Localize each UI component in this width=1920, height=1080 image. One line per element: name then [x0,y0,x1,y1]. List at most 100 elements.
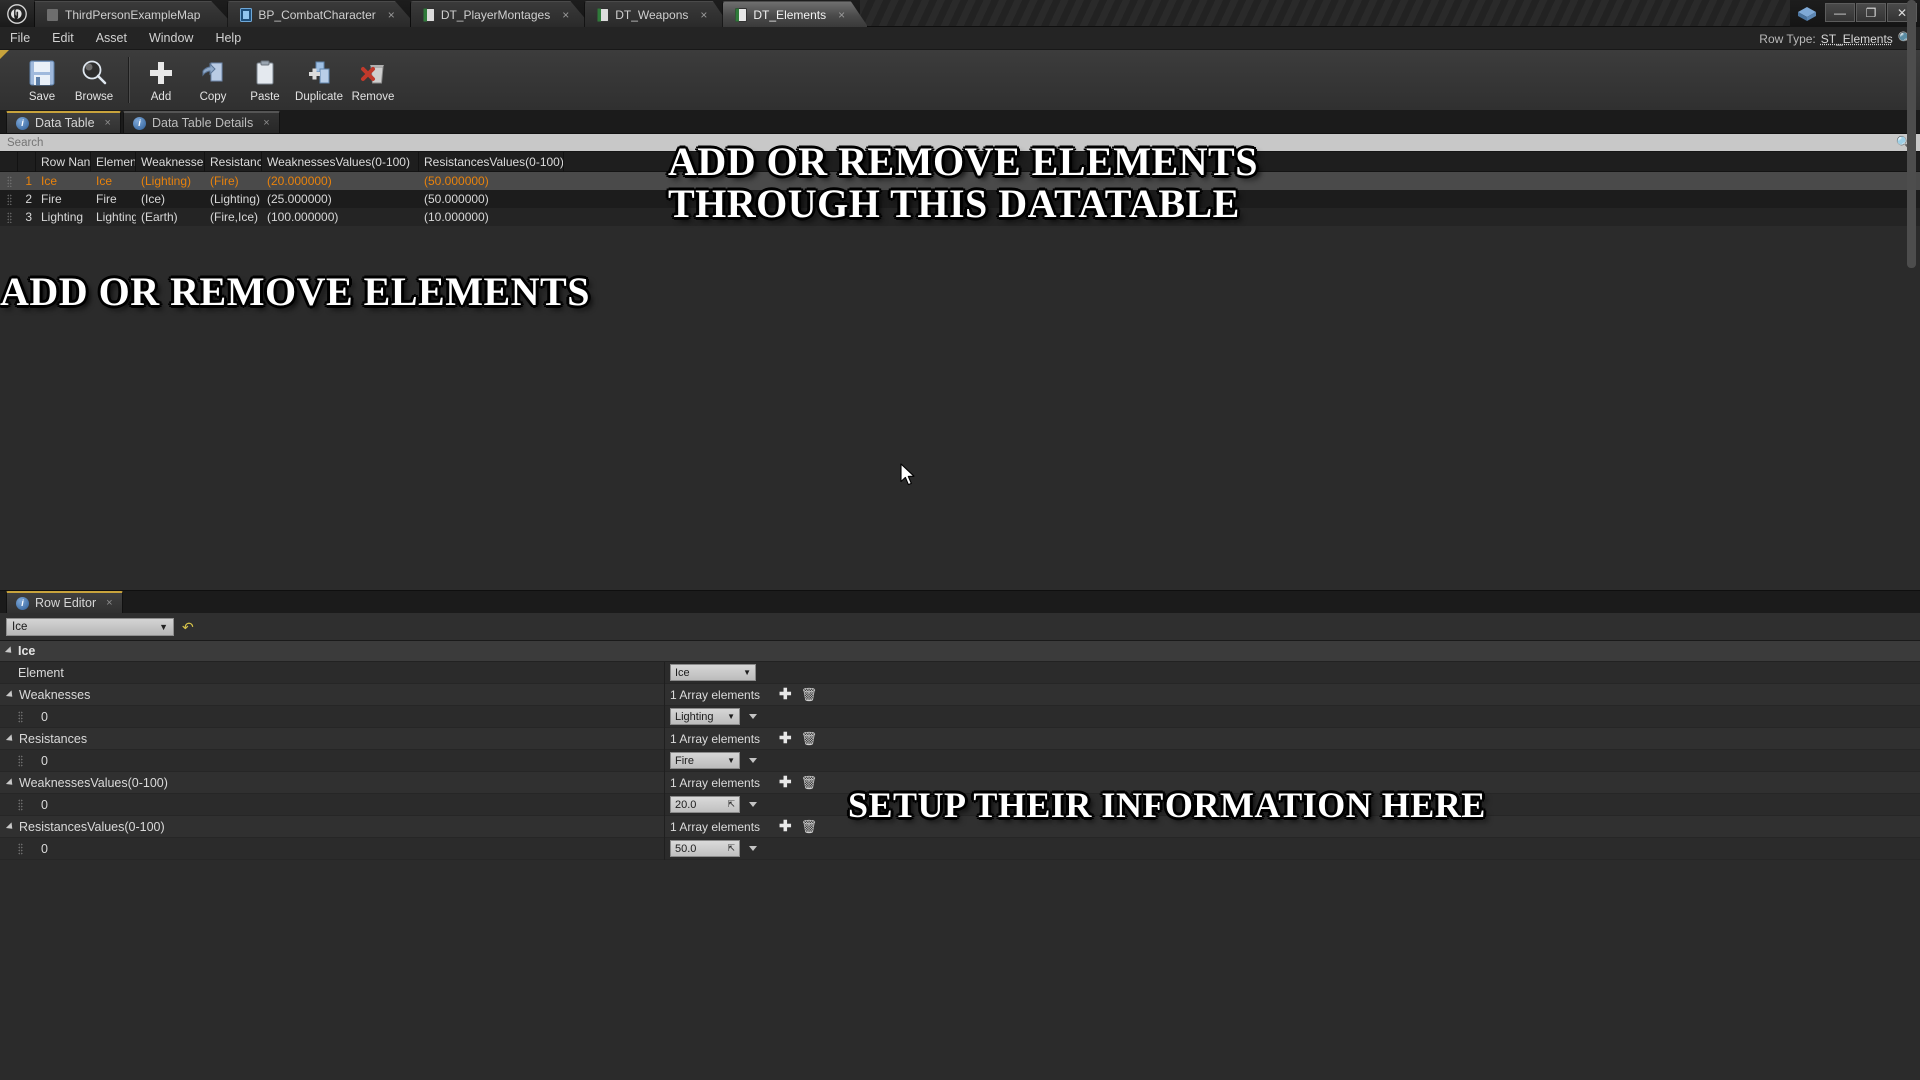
add-array-element-icon[interactable]: ✚ [779,687,792,702]
column-header-row-name[interactable]: Row Nan [36,152,91,172]
clear-array-icon[interactable]: 🗑 [801,776,818,789]
array-item-drag-handle[interactable] [18,754,23,767]
panel-tab-row-editor[interactable]: i Row Editor × [6,591,123,613]
element-dropdown[interactable]: Ice ▼ [670,664,756,681]
column-header-element[interactable]: Element [91,152,136,172]
window-tab-close-icon[interactable]: × [700,9,707,21]
window-controls: — ❐ ✕ [1790,0,1920,27]
add-array-element-icon[interactable]: ✚ [779,775,792,790]
data-table-empty-area[interactable] [0,226,1920,590]
row-editor-tab-strip: i Row Editor × [0,590,1920,613]
chevron-down-icon[interactable] [5,733,16,744]
chevron-down-icon [4,646,15,656]
row-drag-handle[interactable] [0,172,18,190]
resistance-dropdown[interactable]: Fire ▼ [670,752,740,769]
property-label-text: WeaknessesValues(0-100) [19,775,168,790]
chevron-down-icon[interactable] [5,777,16,788]
panel-tab-data-table-details[interactable]: i Data Table Details × [122,111,280,133]
array-item-menu-icon[interactable] [749,846,757,851]
weakness-dropdown-value: Lighting [675,710,714,723]
row-resistances: (Fire,Ice) [210,210,258,224]
save-button[interactable]: Save [16,50,68,110]
window-tab-thirdpersonexamplemap[interactable]: ThirdPersonExampleMap [34,1,236,27]
array-item-menu-icon[interactable] [749,714,757,719]
paste-button[interactable]: Paste [239,50,291,110]
row-index: 1 [25,174,32,188]
row-type-value[interactable]: ST_Elements [1821,32,1893,46]
property-label: 0 [0,705,665,728]
property-group-header[interactable]: Ice [0,641,1920,662]
datatable-icon [422,7,435,22]
menu-item-edit[interactable]: Edit [41,27,85,50]
window-tab-close-icon[interactable]: × [838,9,845,21]
window-tab-close-icon[interactable]: × [562,9,569,21]
property-value: 1 Array elements ✚ 🗑 [665,731,817,746]
remove-button[interactable]: Remove [347,50,399,110]
table-row[interactable]: 1 Ice Ice (Lighting) (Fire) (20.000000) … [0,172,1920,190]
add-button[interactable]: Add [135,50,187,110]
property-value: Ice ▼ [665,664,756,681]
window-tab-dt-weapons[interactable]: DT_Weapons × [584,1,731,27]
menu-item-asset[interactable]: Asset [85,27,138,50]
clear-array-icon[interactable]: 🗑 [801,820,818,833]
property-label: ResistancesValues(0-100) [0,815,665,838]
row-selector-dropdown[interactable]: Ice ▼ [6,617,174,636]
panel-tab-close-icon[interactable]: × [263,117,269,129]
column-header-resistances[interactable]: Resistances [205,152,262,172]
copy-button[interactable]: Copy [187,50,239,110]
menu-item-window[interactable]: Window [138,27,204,50]
array-item-drag-handle[interactable] [18,842,23,855]
chevron-down-icon[interactable] [5,689,16,700]
search-input[interactable] [0,136,1896,149]
row-resistances-values: (10.000000) [424,210,489,224]
map-icon [47,8,58,21]
add-array-element-icon[interactable]: ✚ [779,731,792,746]
array-item-drag-handle[interactable] [18,710,23,723]
add-array-element-icon[interactable]: ✚ [779,819,792,834]
spinner-icon[interactable]: ⇱ [727,799,735,810]
window-tab-dt-playermontages[interactable]: DT_PlayerMontages × [409,1,593,27]
clear-array-icon[interactable]: 🗑 [801,732,818,745]
row-type-indicator: Row Type: ST_Elements 🔍 [1759,27,1914,50]
panel-tab-close-icon[interactable]: × [106,597,112,609]
window-tab-bp-combatcharacter[interactable]: BP_CombatCharacter × [227,1,418,27]
property-label: 0 [0,749,665,772]
column-header-resistances-values[interactable]: ResistancesValues(0-100) [419,152,564,172]
data-table-header-row: Row Nan Element Weaknesses Resistances W… [0,152,1920,172]
chevron-down-icon[interactable] [5,821,16,832]
window-tab-strip: ThirdPersonExampleMap BP_CombatCharacter… [34,0,869,27]
panel-tab-data-table[interactable]: i Data Table × [6,111,121,133]
array-item-drag-handle[interactable] [18,798,23,811]
window-tab-close-icon[interactable]: × [388,9,395,21]
array-item-menu-icon[interactable] [749,802,757,807]
duplicate-button[interactable]: Duplicate [291,50,347,110]
save-button-label: Save [28,91,56,103]
column-header-weaknesses-values[interactable]: WeaknessesValues(0-100) [262,152,419,172]
column-header-weaknesses[interactable]: Weaknesses [136,152,205,172]
table-row[interactable]: 2 Fire Fire (Ice) (Lighting) (25.000000)… [0,190,1920,208]
row-drag-handle[interactable] [0,208,18,226]
window-maximize-button[interactable]: ❐ [1856,3,1886,22]
reset-arrow-icon[interactable]: ↶ [182,620,194,634]
clear-array-icon[interactable]: 🗑 [801,688,818,701]
property-list-scrollbar[interactable] [1907,0,1916,268]
array-item-menu-icon[interactable] [749,758,757,763]
resistance-value-input[interactable]: 50.0 ⇱ [670,840,740,857]
browse-button[interactable]: Browse [68,50,120,110]
array-element-count: 1 Array elements [670,731,761,746]
table-row[interactable]: 3 Lighting Lighting (Earth) (Fire,Ice) (… [0,208,1920,226]
magnifier-icon [79,57,109,89]
panel-tab-close-icon[interactable]: × [105,117,111,129]
menu-item-file[interactable]: File [0,27,41,50]
row-weaknesses-values: (20.000000) [267,174,332,188]
menu-item-help[interactable]: Help [204,27,252,50]
array-item-index: 0 [41,797,48,812]
spinner-icon[interactable]: ⇱ [727,843,735,854]
row-drag-handle[interactable] [0,190,18,208]
trash-x-icon [359,57,387,89]
weakness-value-input[interactable]: 20.0 ⇱ [670,796,740,813]
weakness-dropdown[interactable]: Lighting ▼ [670,708,740,725]
window-minimize-button[interactable]: — [1825,3,1855,22]
property-row-resistances-values-item-0: 0 50.0 ⇱ [0,837,1920,860]
window-tab-dt-elements[interactable]: DT_Elements × [722,1,869,27]
